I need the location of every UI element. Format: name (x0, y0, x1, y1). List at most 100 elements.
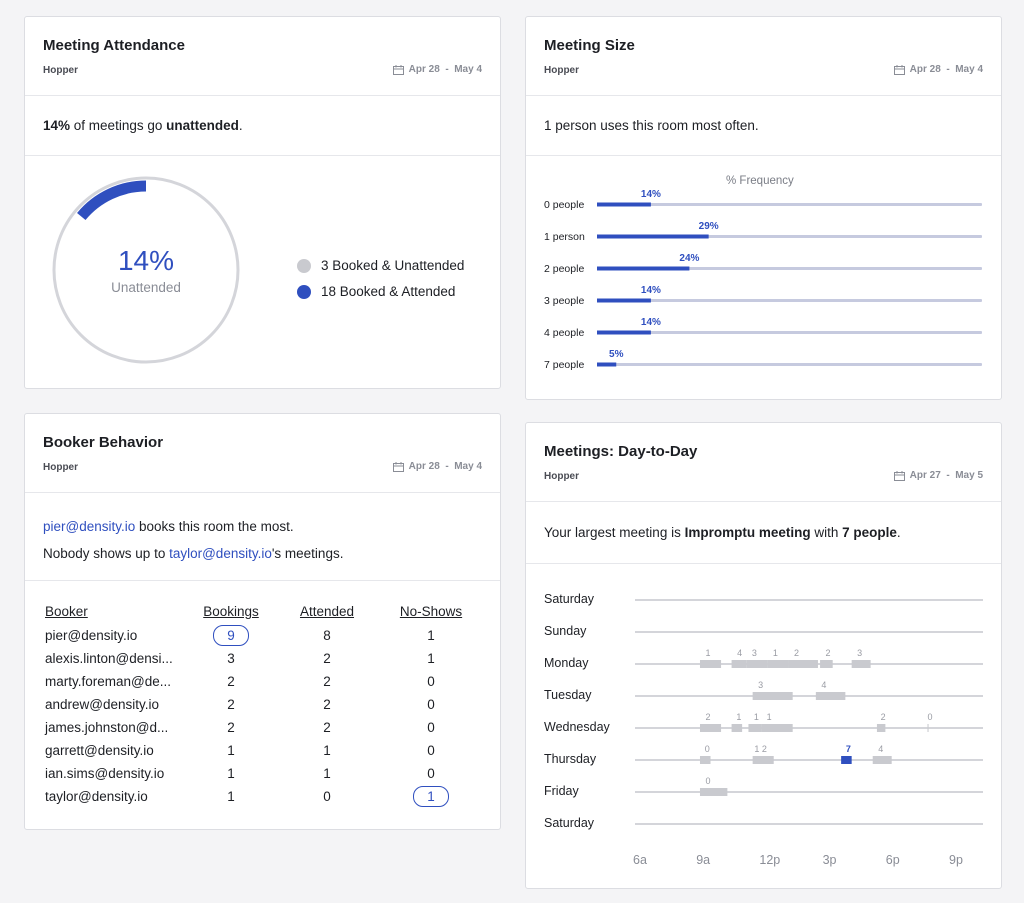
date-range-label: Apr 28 - May 4 (408, 64, 482, 75)
calendar-icon (392, 64, 404, 75)
day-track (635, 727, 983, 729)
day-to-day-timeline: 1 4 3 1 2 2 33 42 1 1 1 2 00 1 2 7 40 (635, 599, 983, 825)
day-track (635, 695, 983, 697)
bar-track (597, 203, 982, 206)
meeting-block[interactable] (752, 692, 793, 700)
col-no-shows[interactable]: No-Shows (387, 604, 475, 624)
category-label: 7 people (544, 359, 584, 371)
table-row: alexis.linton@densi... 3 2 1 (45, 647, 475, 670)
bookings-cell: 1 (227, 743, 235, 758)
bookings-cell: 3 (227, 651, 235, 666)
meeting-size-card: Meeting Size Hopper Apr 28 - May 4 1 per… (525, 16, 1002, 400)
meeting-block[interactable] (699, 788, 728, 796)
bookings-highlight-pill: 9 (213, 625, 249, 646)
meeting-block[interactable] (841, 756, 852, 764)
meeting-people-label: 2 (705, 712, 710, 722)
meeting-block[interactable] (767, 660, 789, 668)
meeting-people-label: 1 (773, 648, 778, 658)
size-summary: 1 person uses this room most often. (526, 96, 1001, 156)
attended-cell: 2 (323, 720, 331, 735)
bookings-cell: 9 (195, 624, 267, 647)
meeting-people-label: 1 2 (754, 744, 767, 754)
meeting-people-label: 4 (821, 680, 826, 690)
category-label: 2 people (544, 263, 584, 275)
table-row: pier@density.io 9 8 1 (45, 624, 475, 647)
booker-cell: alexis.linton@densi... (45, 651, 173, 666)
card-header: Booker Behavior Hopper Apr 28 - May 4 (25, 414, 500, 493)
category-label: 1 person (544, 231, 585, 243)
room-name: Hopper (43, 462, 78, 473)
data-label: 5% (609, 349, 624, 360)
meeting-block[interactable] (851, 660, 871, 668)
date-range[interactable]: Apr 28 - May 4 (392, 64, 482, 75)
meeting-people-label: 0 (705, 776, 710, 786)
col-booker[interactable]: Booker (45, 604, 195, 624)
no-show-rest: 's meetings. (271, 546, 344, 561)
meeting-block[interactable] (788, 660, 818, 668)
noshows-cell: 0 (427, 766, 435, 781)
date-range-label: Apr 28 - May 4 (909, 64, 983, 75)
bar (597, 234, 709, 239)
day-track (635, 599, 983, 601)
meeting-block[interactable] (731, 724, 743, 732)
bar (597, 298, 651, 303)
meeting-block[interactable] (699, 724, 722, 732)
bar (597, 330, 651, 335)
meeting-block[interactable] (927, 724, 929, 732)
bar (597, 362, 617, 367)
category-label: 3 people (544, 295, 584, 307)
meeting-block[interactable] (876, 724, 886, 732)
x-tick-label: 9a (696, 853, 711, 867)
meeting-block[interactable] (761, 724, 793, 732)
date-range[interactable]: Apr 28 - May 4 (392, 461, 482, 472)
x-tick-label: 6p (885, 853, 900, 867)
bookings-cell: 2 (227, 720, 235, 735)
meeting-block[interactable] (752, 756, 774, 764)
meeting-block[interactable] (699, 756, 711, 764)
meeting-block[interactable] (815, 692, 846, 700)
meeting-block[interactable] (731, 660, 747, 668)
meeting-people-label: 0 (928, 712, 933, 722)
meeting-block[interactable] (872, 756, 892, 764)
card-title: Meeting Attendance (43, 37, 185, 54)
col-bookings[interactable]: Bookings (195, 604, 267, 624)
x-tick-label: 3p (822, 853, 837, 867)
meeting-block[interactable] (748, 724, 762, 732)
donut-arc-unattended (77, 180, 147, 221)
meeting-block[interactable] (820, 660, 833, 668)
donut-caption: Unattended (111, 280, 181, 295)
table-header-row: Booker Bookings Attended No-Shows (45, 604, 475, 624)
top-booker-link[interactable]: pier@density.io (43, 519, 135, 534)
attended-cell: 8 (323, 628, 331, 643)
col-attended[interactable]: Attended (267, 604, 387, 624)
summary-word: unattended (166, 118, 239, 133)
meeting-size-chart: 0 people 14% 1 person 29% 2 people 24% 3 peopl… (544, 189, 982, 371)
x-tick-label: 9p (949, 853, 963, 867)
day-track (635, 631, 983, 633)
card-title: Booker Behavior (43, 434, 164, 451)
booker-behavior-card: Booker Behavior Hopper Apr 28 - May 4 pi… (24, 413, 501, 830)
date-range[interactable]: Apr 28 - May 4 (893, 64, 983, 75)
meeting-people-label: 4 (737, 648, 742, 658)
meeting-block[interactable] (746, 660, 768, 668)
meeting-people-label: 2 (794, 648, 799, 658)
x-tick-label: 6a (633, 853, 647, 867)
booker-cell[interactable]: pier@density.io (45, 624, 195, 647)
table-row: james.johnston@d... 2 2 0 (45, 716, 475, 739)
bar-track (597, 299, 982, 302)
data-label: 14% (641, 317, 661, 328)
data-label: 14% (641, 285, 661, 296)
no-show-pre: Nobody shows up to (43, 546, 166, 561)
date-range-label: Apr 28 - May 4 (408, 461, 482, 472)
booker-cell: andrew@density.io (45, 697, 160, 712)
noshows-cell: 0 (427, 697, 435, 712)
bookings-cell: 1 (227, 789, 235, 804)
attended-cell: 0 (323, 789, 331, 804)
summary-mid: of meetings go (73, 118, 163, 133)
booker-cell: garrett@density.io (45, 743, 154, 758)
day-track (635, 823, 983, 825)
meeting-block[interactable] (699, 660, 722, 668)
bar-track (597, 363, 982, 366)
bookings-cell: 2 (227, 674, 235, 689)
no-show-booker-link[interactable]: taylor@density.io (169, 546, 272, 561)
